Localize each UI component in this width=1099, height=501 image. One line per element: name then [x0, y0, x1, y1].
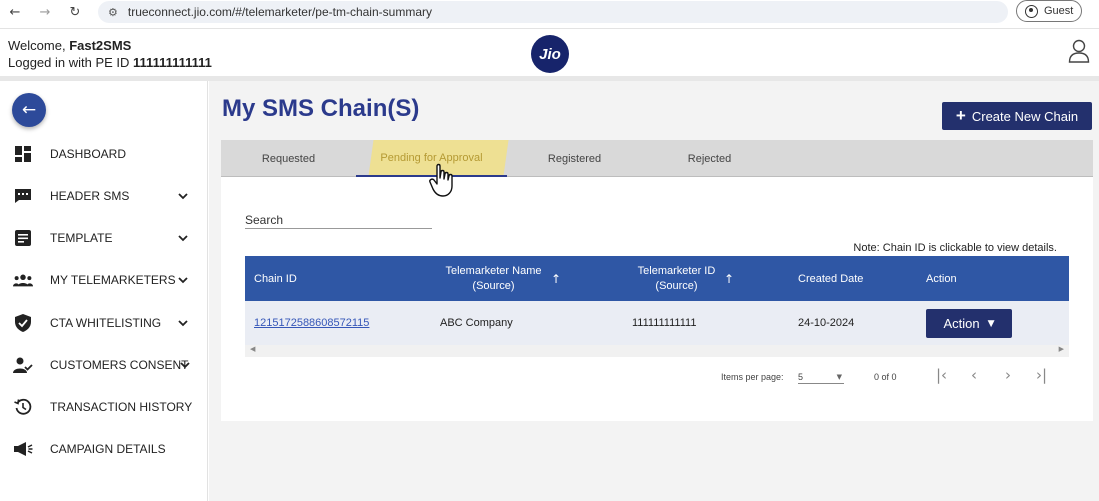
sidebar-item-label: CAMPAIGN DETAILS [50, 442, 166, 456]
column-telemarketer-name[interactable]: Telemarketer Name (Source) [431, 256, 556, 301]
sidebar-item-template[interactable]: TEMPLATE [0, 223, 207, 253]
search-input[interactable]: Search [245, 213, 283, 227]
tab-registered[interactable]: Registered [507, 140, 642, 177]
plus-icon: + [955, 106, 966, 125]
dashboard-icon [13, 145, 33, 163]
column-sublabel: (Source) [472, 279, 515, 292]
back-arrow-icon[interactable]: ← [0, 5, 30, 20]
column-chain-id: Chain ID [254, 272, 297, 285]
action-label: Action [943, 316, 980, 331]
sort-arrow-icon[interactable]: ↑ [724, 272, 734, 286]
sidebar-item-transaction-history[interactable]: TRANSACTION HISTORY [0, 392, 207, 422]
chain-id-cell[interactable]: 1215172588608572115 [254, 301, 369, 345]
tab-requested[interactable]: Requested [221, 140, 356, 177]
create-button-label: Create New Chain [971, 108, 1079, 124]
chevron-down-icon[interactable] [177, 232, 189, 244]
items-per-page-label: Items per page: [721, 372, 784, 382]
arrow-left-icon: ← [21, 100, 37, 120]
chevron-down-icon[interactable] [177, 274, 189, 286]
table-row: 1215172588608572115 ABC Company 11111111… [245, 301, 1069, 345]
chain-id-link[interactable]: 1215172588608572115 [254, 317, 369, 329]
sort-arrow-icon[interactable]: ↑ [551, 272, 561, 286]
sidebar-item-label: CTA WHITELISTING [50, 316, 162, 330]
welcome-block: Welcome, Fast2SMS Logged in with PE ID 1… [8, 37, 212, 71]
previous-page-icon[interactable]: ‹ [971, 366, 977, 384]
column-action: Action [926, 272, 957, 285]
sidebar-item-label: TRANSACTION HISTORY [50, 400, 193, 414]
jio-logo[interactable]: Jio [531, 35, 569, 73]
welcome-name: Fast2SMS [69, 38, 132, 53]
sidebar-item-header-sms[interactable]: HEADER SMS [0, 181, 207, 211]
column-label: Telemarketer ID [637, 264, 716, 277]
collapse-sidebar-button[interactable]: ← [12, 93, 46, 127]
sidebar-item-label: DASHBOARD [50, 147, 127, 161]
created-date-cell: 24-10-2024 [798, 317, 855, 329]
page-size-value: 5 [798, 372, 804, 382]
page-range: 0 of 0 [874, 372, 897, 382]
sidebar-item-label: CUSTOMERS CONSENT [50, 358, 189, 372]
sidebar-item-label: TEMPLATE [50, 231, 113, 245]
site-settings-icon[interactable]: ⚙ [108, 6, 118, 19]
app-header: Welcome, Fast2SMS Logged in with PE ID 1… [0, 28, 1099, 76]
search-underline [245, 228, 432, 229]
profile-button[interactable]: Guest [1016, 0, 1082, 22]
sidebar-item-label: MY TELEMARKETERS [50, 273, 176, 287]
sidebar-item-campaign-details[interactable]: CAMPAIGN DETAILS [0, 434, 207, 464]
sidebar: ← DASHBOARD HEADER SMS TEMPLATE MY TELEM… [0, 81, 208, 501]
last-page-icon[interactable]: ›| [1036, 366, 1047, 384]
horizontal-scrollbar[interactable]: ◀ ▶ [245, 345, 1069, 357]
page-size-select[interactable]: 5 ▼ [798, 368, 844, 384]
page-title: My SMS Chain(S) [222, 95, 420, 122]
pe-id: 111111111111 [133, 55, 212, 70]
column-sublabel: (Source) [655, 279, 698, 292]
chevron-down-icon[interactable] [179, 359, 191, 371]
first-page-icon[interactable]: |‹ [936, 366, 947, 384]
url-text: trueconnect.jio.com/#/telemarketer/pe-tm… [127, 5, 432, 19]
scroll-left-icon[interactable]: ◀ [250, 345, 255, 353]
person-check-icon [13, 356, 33, 374]
profile-icon [1025, 4, 1038, 18]
sidebar-item-dashboard[interactable]: DASHBOARD [0, 139, 207, 169]
megaphone-icon [13, 440, 33, 458]
chain-card: Requested Pending for Approval Registere… [221, 140, 1093, 421]
tab-bar: Requested Pending for Approval Registere… [221, 140, 1093, 177]
column-created-date: Created Date [798, 272, 864, 285]
next-page-icon[interactable]: › [1005, 366, 1011, 384]
login-prefix: Logged in with PE ID [8, 55, 130, 70]
browser-toolbar: ← → ↻ ⚙ trueconnect.jio.com/#/telemarket… [0, 0, 1099, 24]
table-header: Chain ID Telemarketer Name (Source) ↑ Te… [245, 256, 1069, 301]
column-telemarketer-id[interactable]: Telemarketer ID (Source) [625, 256, 728, 301]
reload-icon[interactable]: ↻ [60, 5, 90, 20]
tab-rejected[interactable]: Rejected [642, 140, 777, 177]
create-new-chain-button[interactable]: + Create New Chain [942, 102, 1092, 130]
chain-table: Chain ID Telemarketer Name (Source) ↑ Te… [245, 256, 1069, 357]
dropdown-arrow-icon: ▼ [836, 373, 842, 381]
caret-down-icon: ▼ [987, 318, 995, 329]
tm-id-cell: 111111111111 [632, 317, 697, 329]
user-account-icon[interactable] [1068, 39, 1090, 63]
paginator: Items per page: 5 ▼ 0 of 0 |‹ ‹ › ›| [221, 366, 1093, 390]
chevron-down-icon[interactable] [177, 317, 189, 329]
history-icon [13, 398, 33, 416]
sidebar-item-label: HEADER SMS [50, 189, 130, 203]
forward-arrow-icon[interactable]: → [30, 5, 60, 20]
chevron-down-icon[interactable] [177, 190, 189, 202]
main-content: My SMS Chain(S) + Create New Chain Reque… [209, 81, 1099, 501]
people-icon [13, 271, 33, 289]
sidebar-item-cta-whitelisting[interactable]: CTA WHITELISTING [0, 308, 207, 338]
welcome-prefix: Welcome, [8, 38, 66, 53]
profile-label: Guest [1044, 5, 1074, 17]
note-text: Note: Chain ID is clickable to view deta… [853, 242, 1057, 254]
sidebar-item-my-telemarketers[interactable]: MY TELEMARKETERS [0, 265, 207, 295]
address-bar[interactable]: ⚙ trueconnect.jio.com/#/telemarketer/pe-… [98, 1, 1008, 23]
shield-check-icon [13, 314, 33, 332]
hand-cursor-icon [429, 163, 453, 197]
tm-name-cell: ABC Company [440, 317, 513, 329]
column-label: Telemarketer Name [445, 264, 542, 277]
scroll-right-icon[interactable]: ▶ [1059, 345, 1064, 353]
message-icon [13, 187, 33, 205]
template-icon [13, 229, 33, 247]
sidebar-item-customers-consent[interactable]: CUSTOMERS CONSENT [0, 350, 207, 380]
action-dropdown-button[interactable]: Action ▼ [926, 309, 1012, 338]
